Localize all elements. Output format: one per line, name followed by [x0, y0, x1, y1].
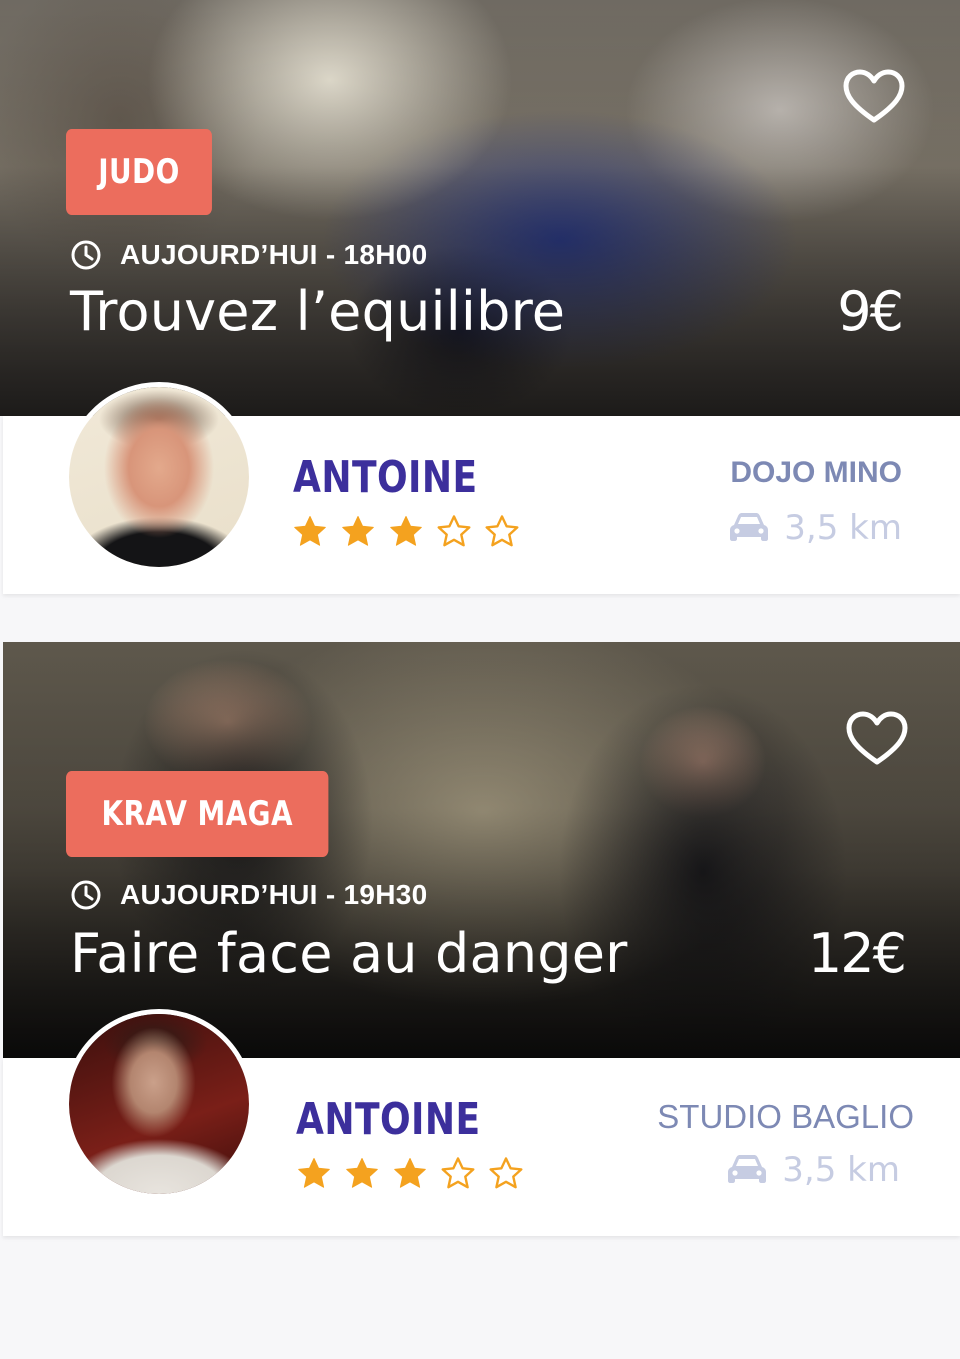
car-icon	[728, 1155, 767, 1183]
avatar[interactable]	[64, 1009, 254, 1199]
class-price: 9€	[837, 280, 904, 343]
category-tag[interactable]: KRAV MAGA	[66, 771, 329, 857]
class-title: Trouvez l’equilibre	[70, 280, 566, 343]
coach-rating	[296, 1156, 524, 1192]
distance-label: 3,5 km	[784, 508, 902, 548]
heart-outline-icon[interactable]	[842, 68, 906, 126]
coach-photo	[69, 387, 249, 567]
class-title: Faire face au danger	[70, 922, 628, 985]
category-tag[interactable]: JUDO	[66, 129, 212, 215]
class-card[interactable]: KRAV MAGA AUJOURD’HUI - 19H30 Faire face…	[0, 642, 960, 1236]
star-outline-icon	[485, 515, 519, 547]
class-time-label: AUJOURD’HUI - 18H00	[120, 239, 428, 270]
car-icon	[730, 513, 769, 541]
star-filled-icon	[298, 1158, 330, 1188]
class-price: 12€	[807, 922, 907, 985]
distance-info: 3,5 km	[726, 1150, 900, 1190]
star-filled-icon	[342, 516, 374, 546]
star-filled-icon	[390, 516, 422, 546]
star-filled-icon	[346, 1158, 378, 1188]
class-time-label: AUJOURD’HUI - 19H30	[120, 879, 428, 910]
coach-rating	[292, 514, 520, 550]
star-outline-icon	[489, 1157, 523, 1189]
venue-name[interactable]: STUDIO BAGLIO	[657, 1098, 914, 1136]
class-time: AUJOURD’HUI - 19H30	[70, 878, 428, 912]
distance-label: 3,5 km	[782, 1150, 900, 1190]
venue-name[interactable]: DOJO MINO	[730, 456, 902, 490]
clock-icon	[71, 880, 101, 910]
star-outline-icon	[441, 1157, 475, 1189]
class-time: AUJOURD’HUI - 18H00	[70, 238, 428, 272]
coach-name[interactable]: ANTOINE	[293, 452, 478, 503]
coach-name[interactable]: ANTOINE	[296, 1094, 481, 1145]
star-outline-icon	[437, 515, 471, 547]
class-card[interactable]: JUDO AUJOURD’HUI - 18H00 Trouvez l’equil…	[0, 0, 960, 594]
star-filled-icon	[394, 1158, 426, 1188]
star-filled-icon	[294, 516, 326, 546]
distance-info: 3,5 km	[728, 508, 902, 548]
avatar[interactable]	[64, 382, 254, 572]
heart-outline-icon[interactable]	[845, 710, 909, 768]
clock-icon	[71, 240, 101, 270]
coach-photo	[69, 1014, 249, 1194]
